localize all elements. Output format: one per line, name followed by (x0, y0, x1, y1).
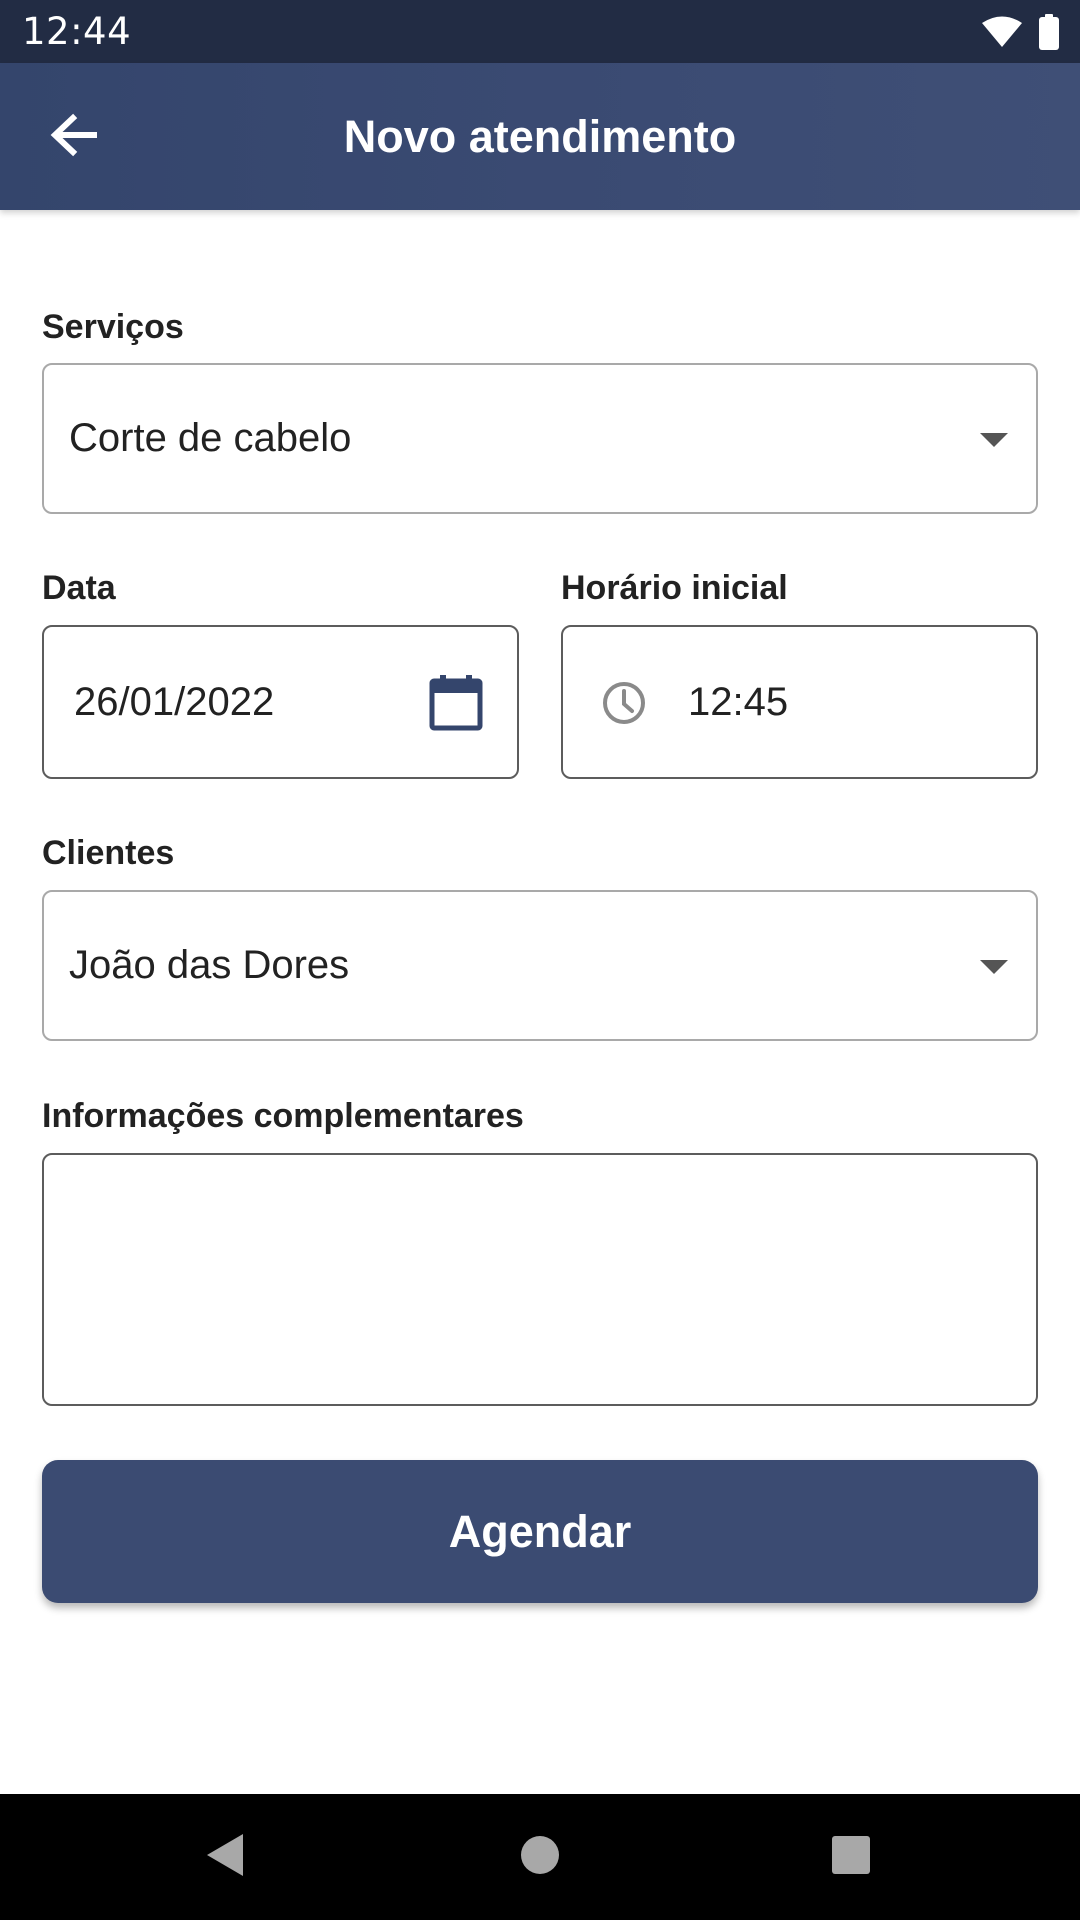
date-label: Data (42, 569, 116, 607)
services-select[interactable]: Corte de cabelo (42, 363, 1038, 514)
clients-label: Clientes (42, 834, 175, 872)
start-time-label: Horário inicial (561, 569, 788, 607)
calendar-icon[interactable] (429, 675, 483, 736)
app-bar: Novo atendimento (0, 63, 1080, 210)
clients-select[interactable]: João das Dores (42, 890, 1038, 1041)
page-title: Novo atendimento (343, 110, 737, 162)
schedule-button[interactable]: Agendar (42, 1460, 1038, 1603)
arrow-left-icon (49, 113, 98, 162)
screen: 12:44 Novo atendimento Serviços Corte de… (0, 0, 1080, 1920)
services-selected-value: Corte de cabelo (69, 416, 352, 460)
status-icons (982, 12, 1060, 52)
dropdown-arrow-icon (980, 959, 1008, 974)
status-bar: 12:44 (0, 0, 1080, 63)
nav-home-button[interactable] (480, 1794, 600, 1920)
start-time-value: 12:45 (688, 679, 789, 724)
battery-icon (1038, 14, 1060, 50)
date-value: 26/01/2022 (74, 679, 275, 724)
date-field[interactable]: 26/01/2022 (42, 625, 519, 779)
notes-label: Informações complementares (42, 1097, 524, 1135)
navigation-bar (0, 1794, 1080, 1920)
dropdown-arrow-icon (980, 432, 1008, 447)
clock-icon (601, 680, 647, 731)
back-button[interactable] (30, 99, 116, 175)
nav-recents-button[interactable] (791, 1794, 911, 1920)
home-circle-icon (520, 1835, 560, 1880)
wifi-icon (982, 16, 1022, 48)
status-time: 12:44 (22, 10, 132, 53)
notes-textarea[interactable] (42, 1153, 1038, 1406)
services-label: Serviços (42, 308, 184, 346)
nav-back-button[interactable] (165, 1794, 285, 1920)
clients-selected-value: João das Dores (69, 943, 350, 987)
recents-square-icon (831, 1835, 871, 1880)
back-triangle-icon (205, 1832, 245, 1883)
start-time-field[interactable]: 12:45 (561, 625, 1038, 779)
